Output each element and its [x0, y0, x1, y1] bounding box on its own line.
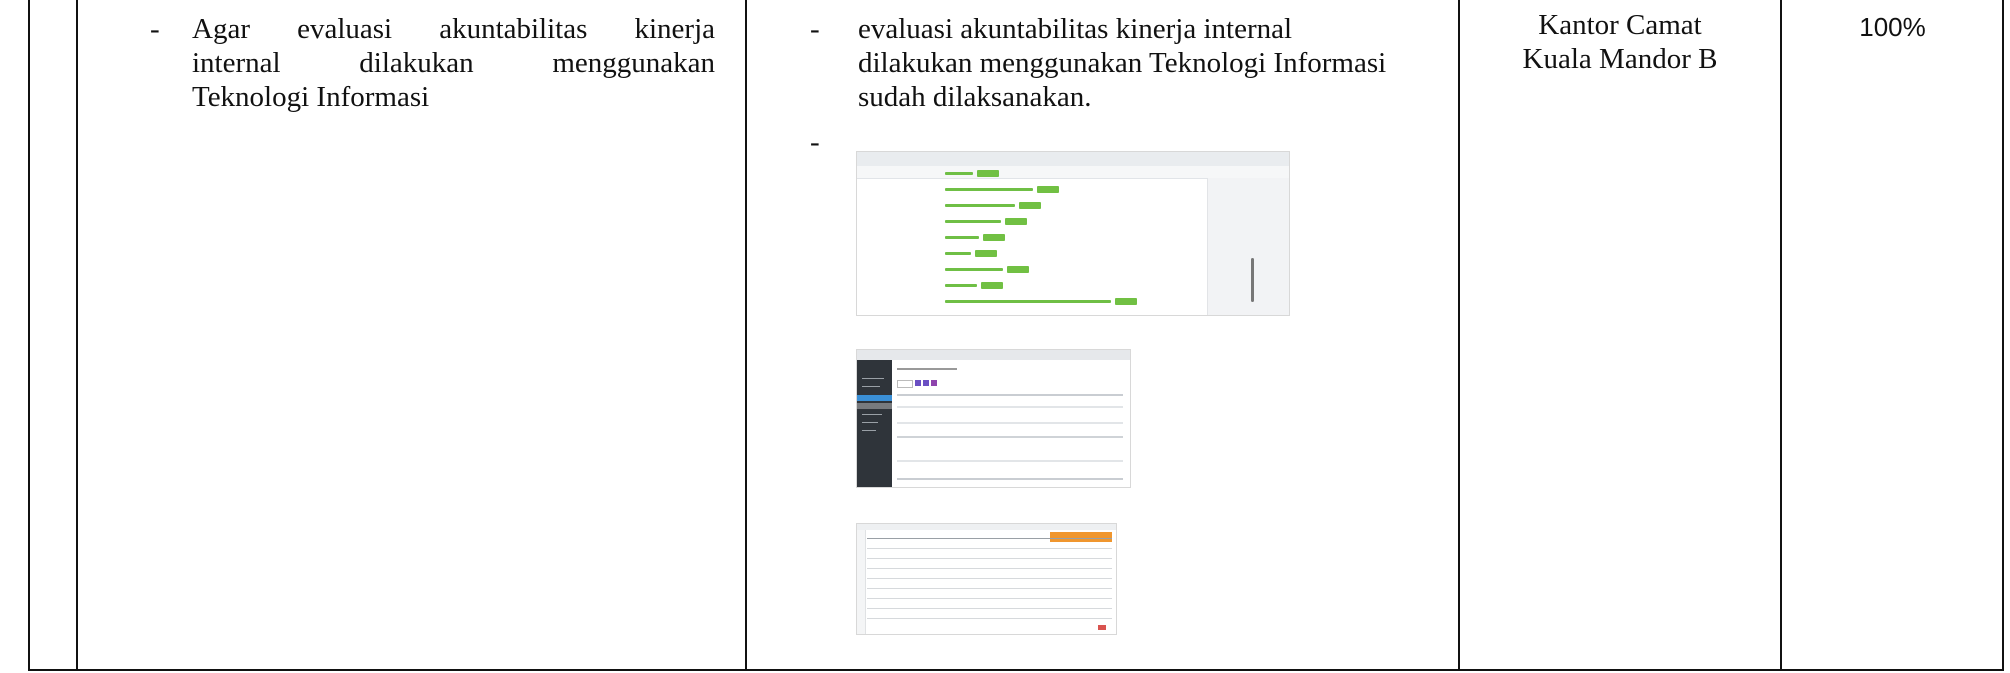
dashboard-sidebar: [857, 360, 892, 487]
table-border-left: [28, 0, 30, 671]
table-border-bottom: [28, 669, 2004, 671]
table-col-divider-4: [1780, 0, 1782, 671]
text-line: sudah dilaksanakan.: [858, 81, 1092, 113]
screenshot-dashboard-table: [856, 349, 1131, 488]
completion-percentage: 100%: [1859, 12, 1926, 42]
table-col-divider-1: [76, 0, 78, 671]
sidebar-active-item: [857, 395, 892, 401]
text-line: Kantor Camat: [1538, 9, 1702, 41]
table-col-divider-2: [745, 0, 747, 671]
browser-scroll-area: [1207, 178, 1289, 315]
bullet-dash: -: [810, 126, 820, 158]
browser-tabbar: [857, 350, 1130, 360]
table-border-right: [2002, 0, 2004, 671]
screenshot-spreadsheet-table: [856, 523, 1117, 635]
recommendation-text: Agar evaluasi akuntabilitas kinerja inte…: [192, 12, 715, 114]
scrollbar-thumb: [1251, 258, 1254, 302]
follow-up-text: evaluasi akuntabilitas kinerja internal …: [858, 12, 1448, 114]
text-line: dilakukan menggunakan Teknologi Informas…: [858, 47, 1387, 79]
browser-tabbar: [857, 152, 1289, 167]
unit-name: Kantor Camat Kuala Mandor B: [1470, 8, 1770, 76]
table-col-divider-3: [1458, 0, 1460, 671]
text-line: evaluasi akuntabilitas kinerja internal: [858, 13, 1293, 45]
screenshot-document-list: [856, 151, 1290, 316]
evaluation-table: - Agar evaluasi akuntabilitas kinerja in…: [0, 0, 2010, 673]
text-line: internal dilakukan menggunakan: [192, 47, 715, 79]
bullet-dash: -: [150, 13, 160, 45]
text-line: Agar evaluasi akuntabilitas kinerja: [192, 13, 715, 45]
bullet-dash: -: [810, 13, 820, 45]
text-line: Teknologi Informasi: [192, 81, 430, 113]
highlight-cell: [1050, 532, 1112, 542]
text-line: Kuala Mandor B: [1522, 43, 1718, 75]
